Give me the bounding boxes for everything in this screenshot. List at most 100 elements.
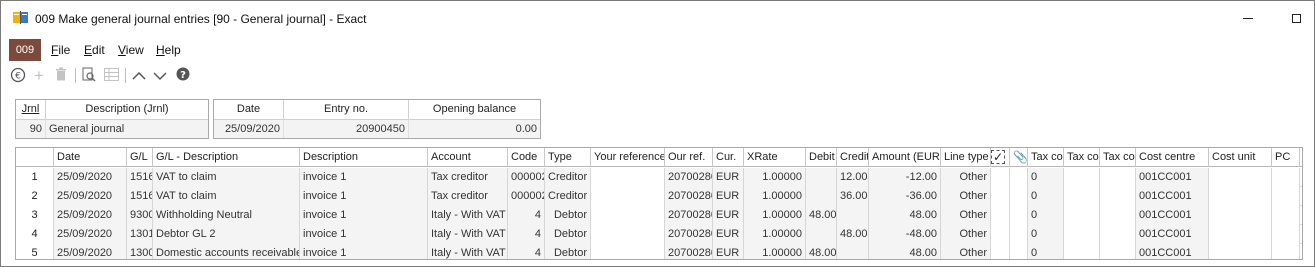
cell-debit[interactable]: 48.00 [806,206,837,225]
cell-tax-code-1[interactable]: 0 [1028,187,1064,206]
column-header-gl-description[interactable]: G/L - Description [153,148,300,167]
table-row[interactable]: 2 25/09/2020 1516 VAT to claim invoice 1 Tax … [16,187,1302,206]
cell-debit[interactable]: 48.00 [806,244,837,259]
cell-pc[interactable] [1272,225,1300,244]
cell-your-reference[interactable] [591,206,665,225]
cell-currency[interactable]: EUR [713,244,744,259]
preview-icon[interactable] [81,67,97,85]
cell-gl[interactable]: 1516 [127,187,153,206]
chevron-down-icon[interactable] [152,67,168,85]
cell-currency[interactable]: EUR [713,187,744,206]
cell-line-type[interactable]: Other [941,206,991,225]
select-all-checkbox-icon[interactable]: ✓ [991,150,1005,164]
cell-xrate[interactable]: 1.00000 [744,187,806,206]
cell-attachment[interactable] [1010,187,1028,206]
column-header-pc[interactable]: PC [1272,148,1300,167]
column-header-check[interactable]: ✓ [991,148,1010,167]
cell-pc[interactable] [1272,244,1300,259]
cell-amount[interactable]: -48.00 [869,225,941,244]
cell-tax-code-2[interactable] [1064,187,1100,206]
cell-cost-unit[interactable] [1209,187,1272,206]
column-header-credit[interactable]: Credit [837,148,869,167]
cell-gl[interactable]: 1300 [127,244,153,259]
cell-attachment[interactable] [1010,225,1028,244]
cell-tax-code-3[interactable] [1100,225,1136,244]
table-row[interactable]: 1 25/09/2020 1516 VAT to claim invoice 1 Tax … [16,168,1302,187]
cell-gl[interactable]: 1516 [127,168,153,187]
column-header-tax-code-3[interactable]: Tax co [1100,148,1136,167]
cell-tax-code-2[interactable] [1064,244,1100,259]
cell-tax-code-3[interactable] [1100,206,1136,225]
cell-amount[interactable]: 48.00 [869,244,941,259]
menu-badge[interactable]: 009 [9,39,41,61]
column-header-line-type[interactable]: Line type [941,148,991,167]
cell-credit[interactable] [837,206,869,225]
cell-cost-centre[interactable]: 001CC001 [1136,187,1209,206]
cell-line-type[interactable]: Other [941,187,991,206]
entry-no-field[interactable]: 20900450 [284,119,409,138]
cell-date[interactable]: 25/09/2020 [54,244,127,259]
cell-cost-centre[interactable]: 001CC001 [1136,168,1209,187]
cell-date[interactable]: 25/09/2020 [54,168,127,187]
cell-credit[interactable]: 36.00 [837,187,869,206]
cell-account[interactable]: Italy - With VAT [428,244,508,259]
column-header-amount[interactable]: Amount (EUR) [869,148,941,167]
cell-gl-description[interactable]: VAT to claim [153,187,300,206]
cell-date[interactable]: 25/09/2020 [54,206,127,225]
menu-view[interactable]: View [118,43,144,57]
cell-attachment[interactable] [1010,244,1028,259]
cell-debit[interactable] [806,225,837,244]
cell-our-ref[interactable]: 20700280 [665,225,713,244]
table-row[interactable]: 5 25/09/2020 1300 Domestic accounts receiva… [16,244,1302,259]
cell-type[interactable]: Creditor [545,168,591,187]
add-icon[interactable]: + [31,67,47,85]
cell-cost-unit[interactable] [1209,206,1272,225]
maximize-button[interactable] [1281,5,1311,31]
cell-description[interactable]: invoice 1 [300,187,428,206]
desc-jrnl-field[interactable]: General journal [46,119,208,138]
cell-code[interactable]: 000002 [508,187,545,206]
cell-type[interactable]: Debtor [545,225,591,244]
cell-line-type[interactable]: Other [941,244,991,259]
column-header-tax-code-2[interactable]: Tax co [1064,148,1100,167]
cell-check[interactable] [991,206,1010,225]
column-header-tax-code-1[interactable]: Tax co [1028,148,1064,167]
cell-tax-code-2[interactable] [1064,225,1100,244]
cell-your-reference[interactable] [591,244,665,259]
column-header-type[interactable]: Type [545,148,591,167]
cell-tax-code-1[interactable]: 0 [1028,206,1064,225]
column-header-code[interactable]: Code [508,148,545,167]
cell-cost-unit[interactable] [1209,168,1272,187]
column-header-cost-centre[interactable]: Cost centre [1136,148,1209,167]
column-header-cost-unit[interactable]: Cost unit [1209,148,1272,167]
cell-gl-description[interactable]: Debtor GL 2 [153,225,300,244]
cell-date[interactable]: 25/09/2020 [54,225,127,244]
euro-icon[interactable]: € [9,67,27,85]
table-row[interactable]: 4 25/09/2020 1301 Debtor GL 2 invoice 1 Italy… [16,225,1302,244]
cell-code[interactable]: 000002 [508,168,545,187]
cell-code[interactable]: 4 [508,225,545,244]
cell-line-type[interactable]: Other [941,225,991,244]
column-header-your-reference[interactable]: Your reference [591,148,665,167]
column-header-gl[interactable]: G/L [127,148,153,167]
cell-amount[interactable]: -36.00 [869,187,941,206]
chevron-up-icon[interactable] [131,67,147,85]
cell-date[interactable]: 25/09/2020 [54,187,127,206]
cell-tax-code-3[interactable] [1100,244,1136,259]
cell-code[interactable]: 4 [508,206,545,225]
cell-code[interactable]: 4 [508,244,545,259]
cell-pc[interactable] [1272,187,1300,206]
menu-help[interactable]: Help [156,43,181,57]
cell-pc[interactable] [1272,206,1300,225]
cell-attachment[interactable] [1010,206,1028,225]
cell-check[interactable] [991,225,1010,244]
delete-icon[interactable] [53,67,69,85]
cell-credit[interactable] [837,244,869,259]
cell-description[interactable]: invoice 1 [300,206,428,225]
cell-gl[interactable]: 1301 [127,225,153,244]
cell-credit[interactable]: 12.00 [837,168,869,187]
cell-tax-code-3[interactable] [1100,187,1136,206]
cell-our-ref[interactable]: 20700280 [665,168,713,187]
column-header-account[interactable]: Account [428,148,508,167]
help-icon[interactable]: ? [175,67,191,85]
